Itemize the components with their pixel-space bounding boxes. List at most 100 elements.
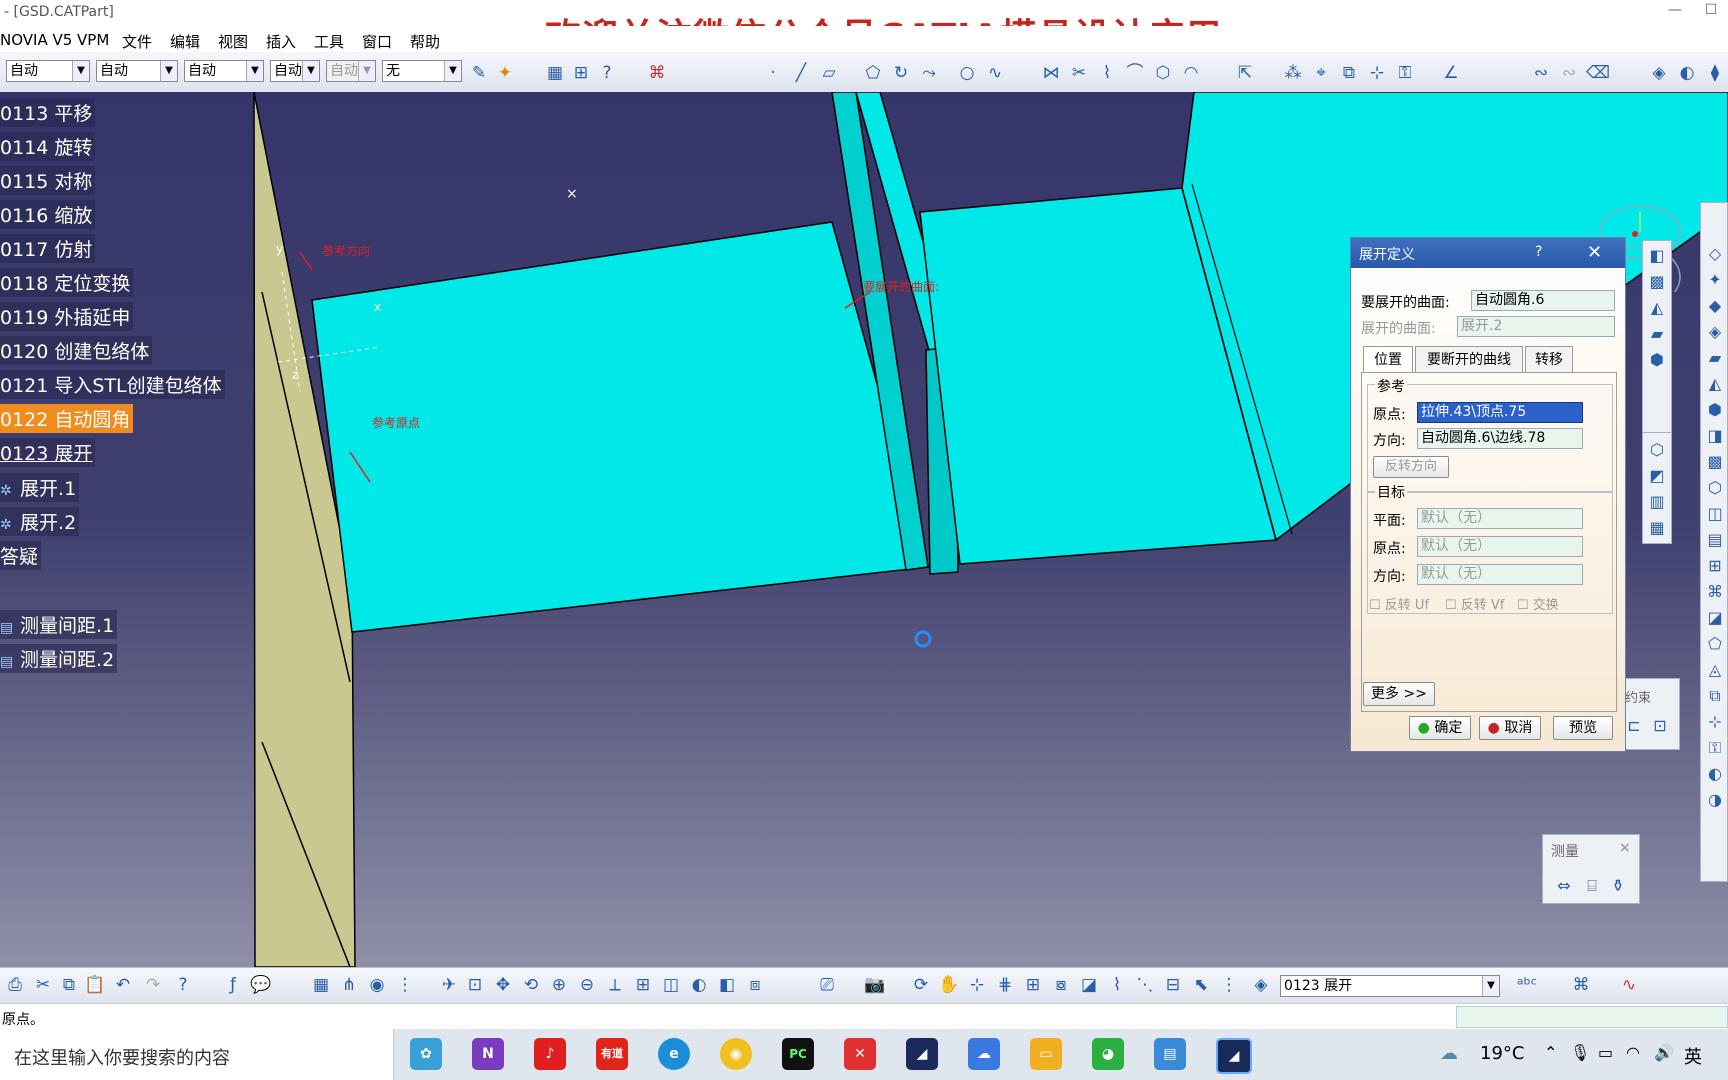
- more-icon[interactable]: ⋮: [1218, 974, 1240, 996]
- chevron-down-icon[interactable]: ▼: [302, 61, 319, 81]
- tree-item[interactable]: 0119 外插延申: [0, 302, 134, 331]
- in-work-object-combo[interactable]: 0123 展开 ▼: [1280, 975, 1500, 997]
- wifi-icon[interactable]: ◠: [1626, 1043, 1640, 1062]
- palette-tool-icon[interactable]: ▰: [1704, 347, 1726, 369]
- sketch-tools-icon[interactable]: ⌇: [1106, 974, 1128, 996]
- tab-curves-to-break[interactable]: 要断开的曲线: [1415, 346, 1523, 372]
- ordered-set-icon[interactable]: ⋱: [1134, 974, 1156, 996]
- update-icon[interactable]: ⟳: [910, 974, 932, 996]
- macro-icon[interactable]: ⎚: [816, 974, 838, 996]
- analysis-icon[interactable]: ⌖: [1310, 62, 1332, 84]
- split-icon[interactable]: ✂: [1068, 62, 1090, 84]
- baidu-netdisk-icon[interactable]: ☁: [968, 1038, 1000, 1070]
- repetition-icon[interactable]: ⁂: [1282, 62, 1304, 84]
- palette-tool-icon[interactable]: ⬢: [1646, 349, 1668, 371]
- palette-tool-icon[interactable]: ▩: [1646, 271, 1668, 293]
- in-work-object-icon[interactable]: ◈: [1250, 974, 1272, 996]
- palette-tool-icon[interactable]: ⊹: [1704, 711, 1726, 733]
- more-button[interactable]: 更多 >>: [1363, 682, 1435, 706]
- palette-tool-icon[interactable]: ◭: [1646, 297, 1668, 319]
- constraint-tool-icon[interactable]: ⊏: [1623, 715, 1645, 737]
- target-origin-field[interactable]: 默认（无）: [1417, 536, 1583, 557]
- palette-tool-icon[interactable]: ⬡: [1646, 439, 1668, 461]
- menu-edit[interactable]: 编辑: [170, 31, 200, 52]
- normal-view-icon[interactable]: ⟂: [604, 974, 626, 996]
- pan-icon[interactable]: ✥: [492, 974, 514, 996]
- menu-insert[interactable]: 插入: [266, 31, 296, 52]
- netease-music-icon[interactable]: ♪: [534, 1038, 566, 1070]
- minimize-icon[interactable]: —: [1660, 2, 1690, 18]
- preview-button[interactable]: 预览: [1553, 716, 1613, 740]
- help-icon[interactable]: ?: [1535, 244, 1542, 260]
- swap-checkbox[interactable]: ☐ 交换: [1517, 594, 1559, 613]
- palette-tool-icon[interactable]: ✦: [1704, 269, 1726, 291]
- rules-icon[interactable]: ⋮: [394, 974, 416, 996]
- shading-icon[interactable]: ◐: [1676, 62, 1698, 84]
- translate-icon[interactable]: ⇱: [1234, 62, 1256, 84]
- extract-icon[interactable]: ⬡: [1152, 62, 1174, 84]
- fillet-icon[interactable]: ◠: [1180, 62, 1202, 84]
- hand-icon[interactable]: ✋: [938, 974, 960, 996]
- sweep-icon[interactable]: ⤳: [918, 62, 940, 84]
- catalog-browser-icon[interactable]: ⌘: [1570, 974, 1592, 996]
- measure-between-icon[interactable]: ⇔: [1553, 875, 1575, 897]
- angle-icon[interactable]: ∠: [1440, 62, 1462, 84]
- paint-brush-icon[interactable]: ✎: [468, 62, 490, 84]
- onenote-icon[interactable]: N: [472, 1038, 504, 1070]
- palette-tool-icon[interactable]: ◪: [1704, 607, 1726, 629]
- tree-item[interactable]: 0114 旋转: [0, 132, 96, 161]
- comment-icon[interactable]: 💬: [250, 974, 272, 996]
- undo-icon[interactable]: ↶: [112, 974, 134, 996]
- menu-file[interactable]: 文件: [122, 31, 152, 52]
- iso-view-icon[interactable]: ◫: [660, 974, 682, 996]
- zoom-in-icon[interactable]: ⊕: [548, 974, 570, 996]
- menu-window[interactable]: 窗口: [362, 31, 392, 52]
- combo-point-type[interactable]: 自动 ▼: [326, 60, 376, 82]
- unfolded-surface-field[interactable]: 展开.2: [1457, 316, 1615, 337]
- tree-item-measure-1[interactable]: ▤ 测量间距.1: [0, 610, 118, 639]
- spline-icon[interactable]: ∿: [984, 62, 1006, 84]
- cut-icon[interactable]: ✂: [32, 974, 54, 996]
- palette-tool-icon[interactable]: ◨: [1704, 425, 1726, 447]
- offset-icon[interactable]: ⧉: [1338, 62, 1360, 84]
- palette-tool-icon[interactable]: ⬡: [1704, 477, 1726, 499]
- palette-tool-icon[interactable]: ◫: [1704, 503, 1726, 525]
- taskbar-search[interactable]: 在这里输入你要搜索的内容: [0, 1029, 394, 1080]
- battery-icon[interactable]: ▭: [1598, 1043, 1613, 1062]
- grid-icon[interactable]: ⊞: [1022, 974, 1044, 996]
- reverse-vf-checkbox[interactable]: ☐ 反转 Vf: [1445, 594, 1504, 613]
- analysis-tool-icon[interactable]: ∿: [1618, 974, 1640, 996]
- direction-field[interactable]: 自动圆角.6\边线.78: [1417, 428, 1583, 449]
- palette-tool-icon[interactable]: ◬: [1704, 659, 1726, 681]
- render-icon[interactable]: ◈: [1648, 62, 1670, 84]
- palette-tool-icon[interactable]: ▤: [1704, 529, 1726, 551]
- print-icon[interactable]: ⎙: [4, 974, 26, 996]
- plane-icon[interactable]: ▱: [818, 62, 840, 84]
- reverse-uf-checkbox[interactable]: ☐ 反转 Uf: [1369, 594, 1429, 613]
- table-icon[interactable]: ▦: [310, 974, 332, 996]
- combo-line-type[interactable]: 自动 ▼: [270, 60, 320, 82]
- graphic-props-icon[interactable]: ✦: [494, 62, 516, 84]
- whats-this-icon[interactable]: ?: [596, 62, 618, 84]
- combo-color[interactable]: 自动 ▼: [6, 60, 90, 82]
- tree-item-unfold-2[interactable]: ✲ 展开.2: [0, 507, 80, 536]
- shading-icon[interactable]: ◐: [688, 974, 710, 996]
- more-tools-icon[interactable]: ⧫: [1704, 62, 1726, 84]
- lock-icon[interactable]: ⚿: [1394, 62, 1416, 84]
- redo-icon[interactable]: ↷: [142, 974, 164, 996]
- tree-item[interactable]: 0116 缩放: [0, 200, 96, 229]
- palette-tool-icon[interactable]: ⧉: [1704, 685, 1726, 707]
- chevron-down-icon[interactable]: ▼: [444, 61, 461, 81]
- xmind-icon[interactable]: ✕: [844, 1038, 876, 1070]
- menu-view[interactable]: 视图: [218, 31, 248, 52]
- combo-transparency[interactable]: 自动 ▼: [96, 60, 178, 82]
- tree-item[interactable]: 0117 仿射: [0, 234, 96, 263]
- command-input[interactable]: [1456, 1006, 1728, 1028]
- paste-icon[interactable]: 📋: [84, 974, 106, 996]
- whats-this-icon[interactable]: ?: [172, 974, 194, 996]
- close-icon[interactable]: ✕: [1587, 242, 1602, 263]
- catia-active-icon[interactable]: ◢: [1216, 1038, 1252, 1074]
- palette-tool-icon[interactable]: ⚿: [1704, 737, 1726, 759]
- control-panel-icon[interactable]: ▤: [1154, 1038, 1186, 1070]
- origin-field[interactable]: 拉伸.43\顶点.75: [1417, 402, 1583, 423]
